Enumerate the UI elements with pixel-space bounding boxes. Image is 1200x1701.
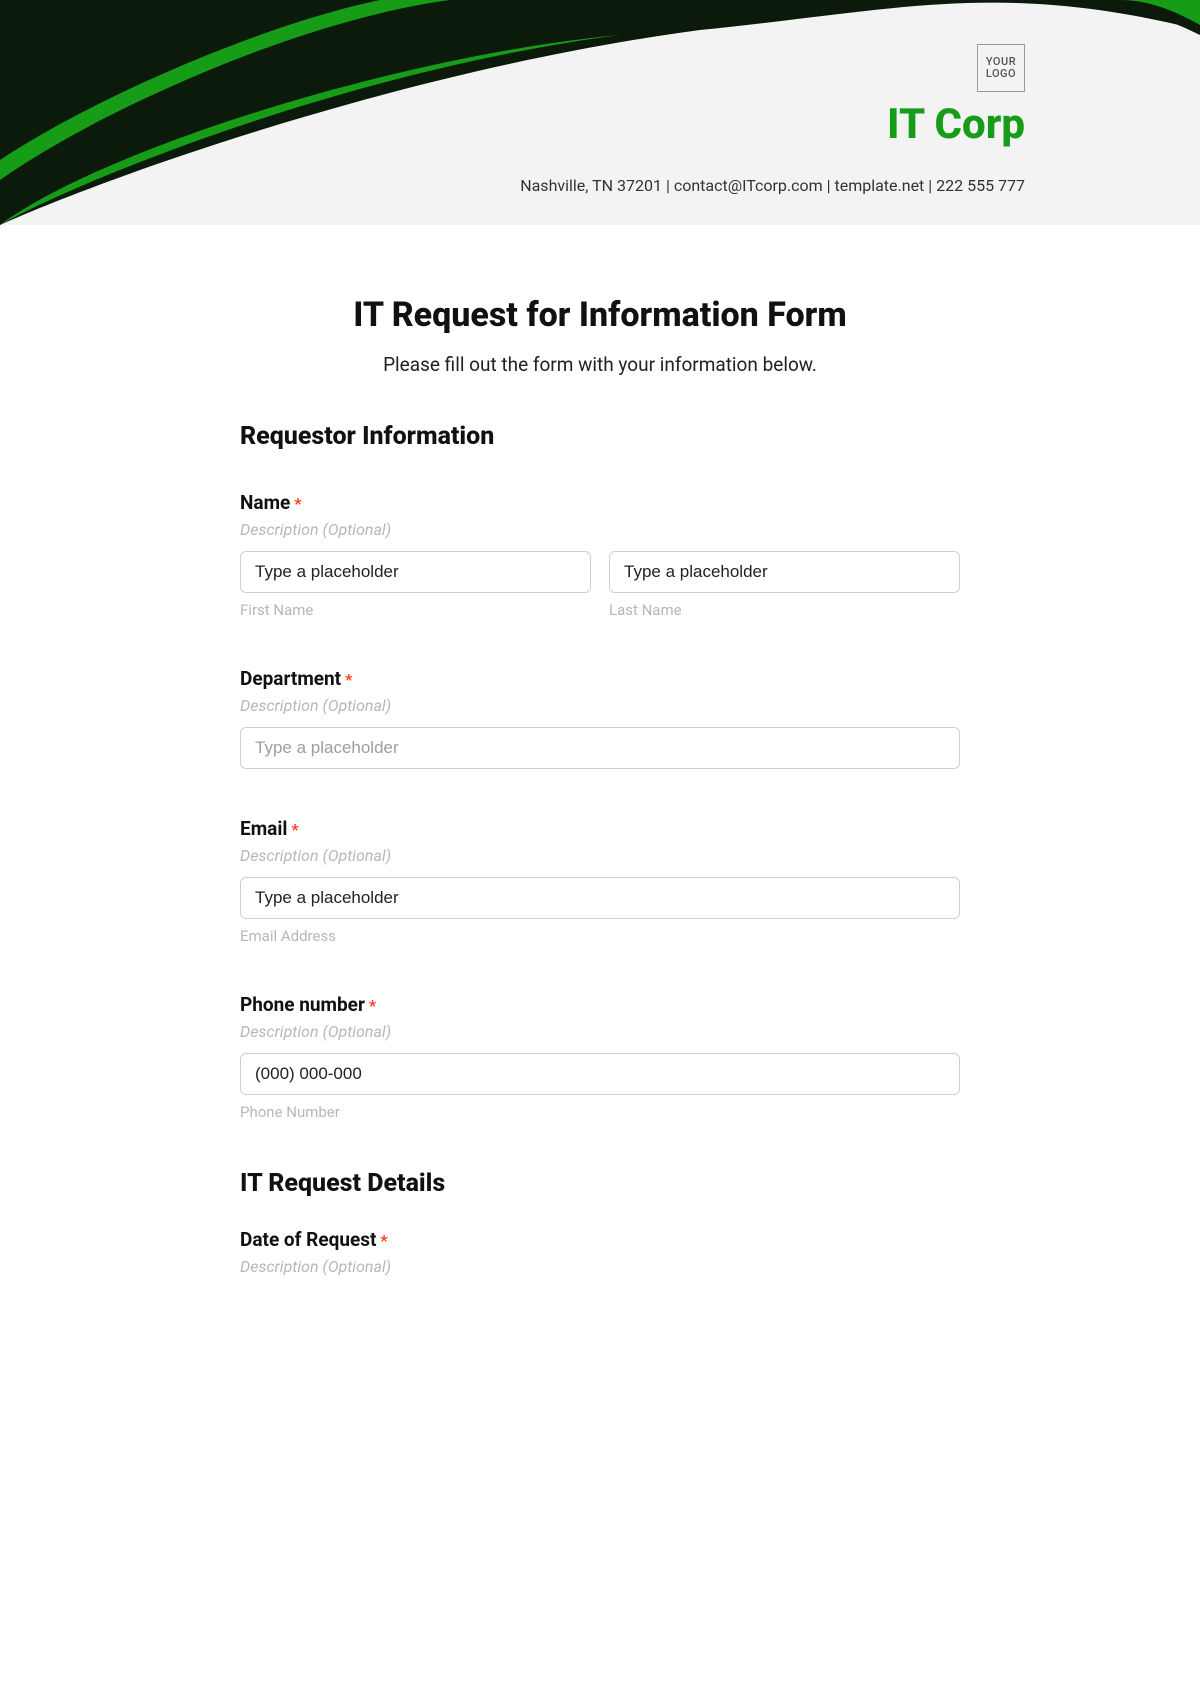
required-mark: *: [380, 1231, 387, 1250]
logo-placeholder: YOUR LOGO: [977, 44, 1025, 92]
phone-input[interactable]: [240, 1053, 960, 1095]
date-desc: Description (Optional): [240, 1257, 960, 1276]
email-label: Email: [240, 817, 287, 840]
last-name-input[interactable]: [609, 551, 960, 593]
contact-line: Nashville, TN 37201 | contact@ITcorp.com…: [520, 176, 1025, 195]
date-label: Date of Request: [240, 1228, 376, 1251]
required-mark: *: [291, 820, 298, 839]
phone-label: Phone number: [240, 993, 365, 1016]
last-name-sublabel: Last Name: [609, 601, 960, 619]
form-container: IT Request for Information Form Please f…: [240, 295, 960, 1328]
field-name: Name * Description (Optional) First Name…: [240, 491, 960, 619]
department-desc: Description (Optional): [240, 696, 960, 715]
name-desc: Description (Optional): [240, 520, 960, 539]
field-email: Email * Description (Optional) Email Add…: [240, 817, 960, 945]
required-mark: *: [345, 670, 352, 689]
page-header: YOUR LOGO IT Corp Nashville, TN 37201 | …: [0, 0, 1200, 225]
first-name-input[interactable]: [240, 551, 591, 593]
form-subtitle: Please fill out the form with your infor…: [240, 353, 960, 376]
department-label: Department: [240, 667, 341, 690]
name-label: Name: [240, 491, 290, 514]
required-mark: *: [369, 996, 376, 1015]
field-phone: Phone number * Description (Optional) Ph…: [240, 993, 960, 1121]
phone-sublabel: Phone Number: [240, 1103, 960, 1121]
email-sublabel: Email Address: [240, 927, 960, 945]
email-input[interactable]: [240, 877, 960, 919]
form-title: IT Request for Information Form: [240, 295, 960, 335]
logo-text: YOUR LOGO: [978, 56, 1024, 80]
company-name: IT Corp: [887, 100, 1025, 149]
field-date: Date of Request * Description (Optional): [240, 1228, 960, 1276]
department-input[interactable]: [240, 727, 960, 769]
field-department: Department * Description (Optional): [240, 667, 960, 769]
first-name-sublabel: First Name: [240, 601, 591, 619]
phone-desc: Description (Optional): [240, 1022, 960, 1041]
email-desc: Description (Optional): [240, 846, 960, 865]
section-requestor-heading: Requestor Information: [240, 422, 960, 451]
required-mark: *: [294, 494, 301, 513]
section-details-heading: IT Request Details: [240, 1169, 960, 1198]
